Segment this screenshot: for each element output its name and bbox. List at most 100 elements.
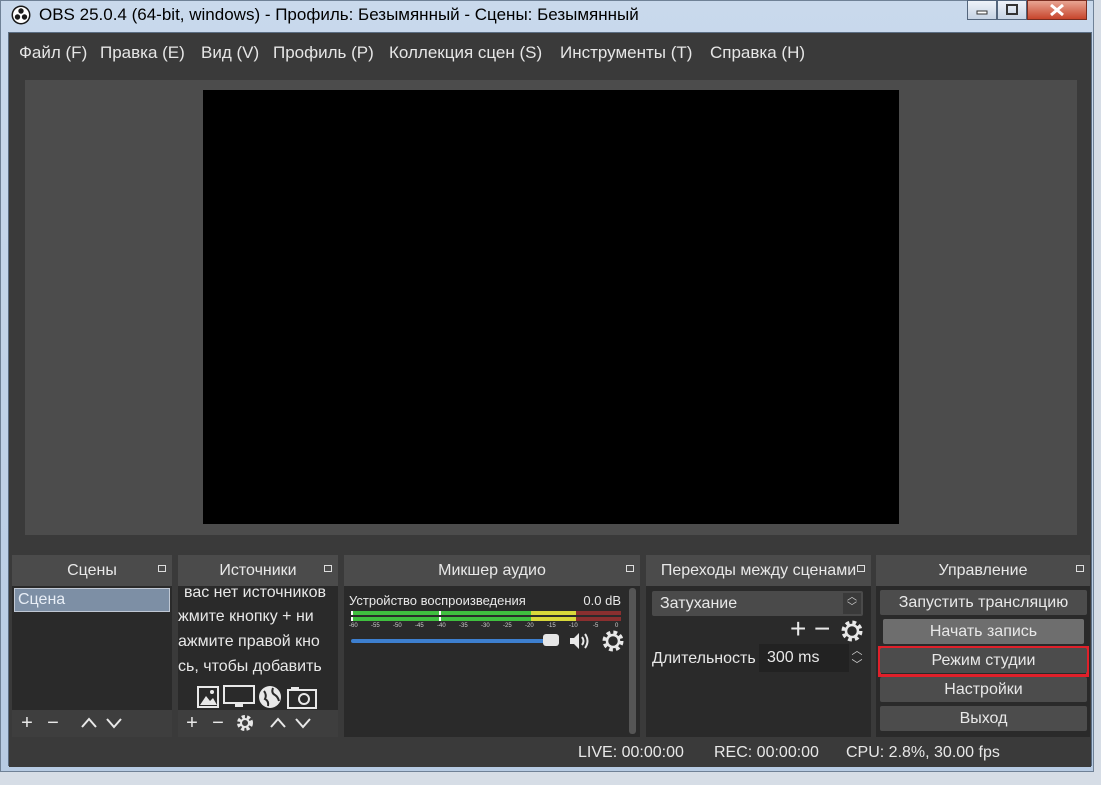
sources-hint-line: сь, чтобы добавить (178, 658, 322, 675)
volume-slider-handle[interactable] (543, 634, 559, 646)
scenes-dock: Сцены Сцена + − (12, 555, 172, 737)
mixer-channel: Устройство воспроизведения 0.0 dB -60 -5… (346, 588, 627, 736)
meter-tick: -55 (371, 623, 380, 629)
status-bar: LIVE: 00:00:00 REC: 00:00:00 CPU: 2.8%, … (9, 737, 1091, 767)
camera-icon (287, 687, 317, 709)
undock-icon[interactable] (324, 565, 332, 572)
mixer-device-name: Устройство воспроизведения (349, 593, 526, 608)
audio-mixer-dock: Микшер аудио Устройство воспроизведения … (344, 555, 640, 737)
meter-tick: -45 (415, 623, 424, 629)
add-icon[interactable]: + (182, 713, 202, 733)
meter-scale: -60 -55 -50 -45 -40 -35 -30 -25 -20 -15 … (349, 623, 625, 631)
move-up-icon[interactable] (268, 713, 288, 733)
settings-button[interactable]: Настройки (880, 677, 1087, 702)
meter-tick: -10 (569, 623, 578, 629)
sources-hint-line: ажмите правой кно (178, 633, 320, 650)
undock-icon[interactable] (1076, 565, 1084, 572)
menu-file[interactable]: Файл (F) (19, 43, 87, 63)
volume-slider-track[interactable] (351, 639, 557, 643)
undock-icon[interactable] (857, 565, 865, 572)
globe-icon (259, 686, 281, 708)
preview-area (25, 80, 1077, 535)
start-recording-button[interactable]: Начать запись (883, 619, 1084, 644)
transitions-title: Переходы между сценами (646, 555, 871, 586)
meter-tick: -30 (481, 623, 490, 629)
remove-icon[interactable]: − (814, 615, 830, 643)
meter-tick: -50 (393, 623, 402, 629)
transition-select-value: Затухание (660, 595, 738, 612)
obs-window: OBS 25.0.4 (64-bit, windows) - Профиль: … (0, 0, 1094, 772)
mixer-body: Устройство воспроизведения 0.0 dB -60 -5… (344, 586, 640, 737)
title-bar: OBS 25.0.4 (64-bit, windows) - Профиль: … (1, 0, 1093, 31)
scenes-title: Сцены (12, 555, 172, 586)
audio-meter-bottom (351, 617, 621, 621)
duration-stepper[interactable]: ︿ ﹀ (849, 644, 865, 672)
scenes-list: Сцена + − (12, 586, 172, 737)
sources-hint-line: вас нет источников (184, 586, 326, 601)
display-icon (223, 685, 255, 707)
undock-icon[interactable] (626, 565, 634, 572)
start-streaming-button[interactable]: Запустить трансляцию (880, 590, 1087, 615)
close-button[interactable] (1027, 0, 1087, 20)
caption-buttons (967, 0, 1087, 20)
gear-icon[interactable] (235, 713, 255, 733)
menu-view[interactable]: Вид (V) (201, 43, 259, 63)
controls-body: Запустить трансляцию Начать запись Режим… (876, 586, 1090, 737)
maximize-button[interactable] (997, 0, 1027, 20)
rec-status: REC: 00:00:00 (714, 744, 819, 761)
exit-button[interactable]: Выход (880, 706, 1087, 731)
menu-tools[interactable]: Инструменты (T) (560, 43, 692, 63)
move-down-icon[interactable] (104, 713, 124, 733)
menu-edit[interactable]: Правка (E) (100, 43, 185, 63)
maximize-icon (1006, 4, 1018, 15)
remove-icon[interactable]: − (43, 713, 63, 733)
main-client: Файл (F) Правка (E) Вид (V) Профиль (P) … (8, 32, 1092, 767)
controls-dock: Управление Запустить трансляцию Начать з… (876, 555, 1090, 737)
image-icon (197, 686, 219, 708)
gear-icon[interactable] (601, 629, 625, 653)
preview-canvas[interactable] (203, 90, 899, 524)
sources-toolbar: + − (178, 710, 338, 737)
studio-mode-button[interactable]: Режим студии (880, 648, 1087, 673)
menu-scene-collection[interactable]: Коллекция сцен (S) (389, 43, 542, 63)
duration-input[interactable]: 300 ms (759, 644, 849, 672)
remove-icon[interactable]: − (208, 713, 228, 733)
minimize-icon (976, 10, 988, 15)
menu-profile[interactable]: Профиль (P) (273, 43, 374, 63)
sources-title: Источники (178, 555, 338, 586)
mixer-title: Микшер аудио (344, 555, 640, 586)
cpu-status: CPU: 2.8%, 30.00 fps (846, 744, 1000, 761)
sources-list: вас нет источников жмите кнопку + ни ажм… (178, 586, 338, 737)
scene-item[interactable]: Сцена (14, 588, 170, 612)
meter-tick: -60 (349, 623, 358, 629)
duration-label: Длительность (652, 650, 756, 667)
scenes-toolbar: + − (12, 710, 172, 737)
menu-help[interactable]: Справка (H) (710, 43, 805, 63)
transitions-dock: Переходы между сценами Затухание ︿ ﹀ + − … (646, 555, 871, 737)
add-icon[interactable]: + (17, 713, 37, 733)
meter-tick: -35 (459, 623, 468, 629)
undock-icon[interactable] (158, 565, 166, 572)
transitions-body: Затухание ︿ ﹀ + − Длительность 300 ms ︿ ﹀ (646, 586, 871, 737)
move-up-icon[interactable] (79, 713, 99, 733)
controls-title: Управление (876, 555, 1090, 586)
obs-logo-icon (11, 5, 31, 25)
gear-icon[interactable] (840, 619, 864, 643)
move-down-icon[interactable] (293, 713, 313, 733)
minimize-button[interactable] (967, 0, 997, 20)
menu-bar: Файл (F) Правка (E) Вид (V) Профиль (P) … (9, 33, 1091, 73)
live-status: LIVE: 00:00:00 (578, 744, 684, 761)
chevron-updown-icon: ︿ ﹀ (843, 593, 861, 614)
meter-tick: -5 (593, 623, 599, 629)
audio-meter-top (351, 611, 621, 615)
transition-select[interactable]: Затухание ︿ ﹀ (652, 591, 863, 616)
add-icon[interactable]: + (790, 615, 806, 643)
window-title: OBS 25.0.4 (64-bit, windows) - Профиль: … (39, 5, 639, 24)
meter-tick: -25 (503, 623, 512, 629)
sources-dock: Источники вас нет источников жмите кнопк… (178, 555, 338, 737)
mixer-level: 0.0 dB (583, 593, 621, 608)
meter-tick: -20 (525, 623, 534, 629)
mixer-scrollbar[interactable] (629, 588, 636, 734)
close-icon (1050, 3, 1064, 17)
speaker-icon[interactable] (568, 631, 594, 651)
